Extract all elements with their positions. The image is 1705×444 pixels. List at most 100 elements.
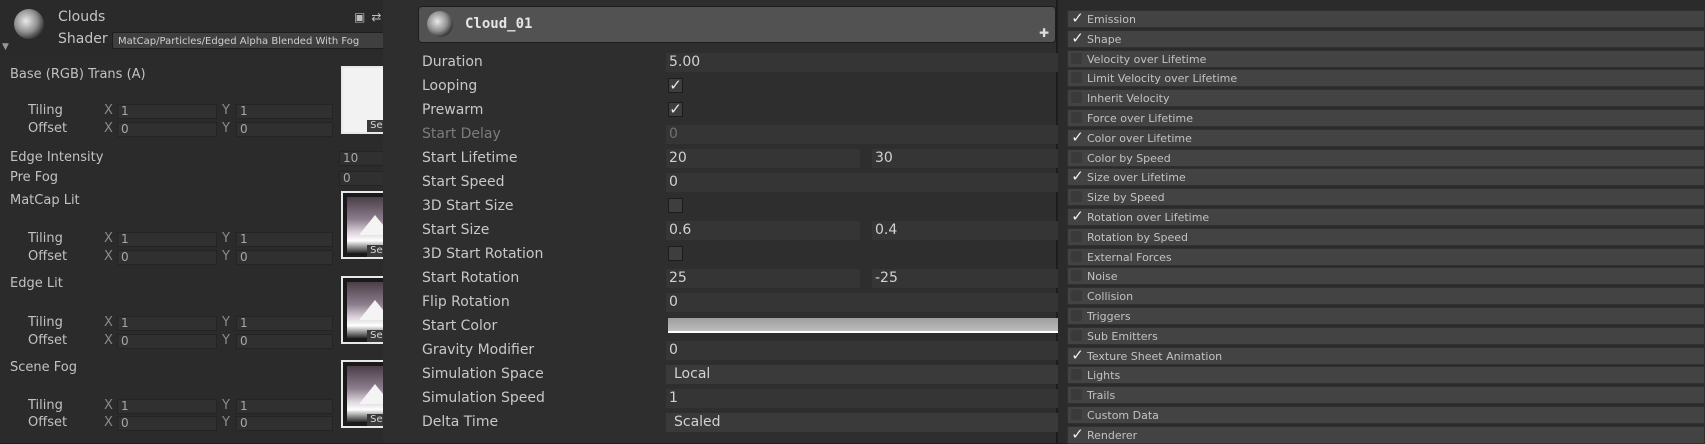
edge-lit-tiling-x[interactable]: 1	[117, 316, 217, 331]
module-enable-checkbox[interactable]: ✓	[1071, 209, 1084, 224]
matcap-offset-y[interactable]: 0	[236, 250, 333, 265]
start-delay-label: Start Delay	[422, 126, 501, 142]
module-enable-checkbox[interactable]	[1071, 112, 1082, 123]
scene-fog-tiling-y[interactable]: 1	[236, 399, 333, 414]
material-sphere-icon	[14, 9, 44, 39]
module-enable-checkbox[interactable]	[1071, 270, 1082, 281]
module-enable-checkbox[interactable]: ✓	[1071, 130, 1084, 145]
plus-icon[interactable]: ✚	[1039, 26, 1049, 40]
start-rotation-max-field[interactable]: -25	[875, 270, 898, 286]
flip-rotation-label: Flip Rotation	[422, 294, 510, 310]
looping-checkbox[interactable]: ✓	[668, 78, 683, 93]
module-row[interactable]: Collision	[1067, 287, 1705, 305]
module-label: Sub Emitters	[1087, 330, 1158, 343]
module-row[interactable]: Color by Speed	[1067, 149, 1705, 167]
module-enable-checkbox[interactable]	[1071, 231, 1082, 242]
module-enable-checkbox[interactable]	[1071, 389, 1082, 400]
offset-x-label: X	[104, 333, 113, 348]
module-enable-checkbox[interactable]: ✓	[1071, 169, 1084, 184]
module-row[interactable]: Trails	[1067, 386, 1705, 404]
module-row[interactable]: Sub Emitters	[1067, 327, 1705, 345]
module-row[interactable]: Custom Data	[1067, 406, 1705, 424]
base-tiling-x[interactable]: 1	[117, 104, 217, 119]
module-enable-checkbox[interactable]	[1071, 152, 1082, 163]
module-row[interactable]: ✓ Texture Sheet Animation	[1067, 347, 1705, 365]
scene-fog-offset-x[interactable]: 0	[117, 416, 217, 431]
delta-time-dropdown[interactable]: Scaled	[674, 414, 721, 430]
particle-system-icon	[427, 11, 453, 37]
module-row[interactable]: Rotation by Speed	[1067, 228, 1705, 246]
start-lifetime-min-field[interactable]: 20	[669, 150, 687, 166]
edge-lit-offset-x[interactable]: 0	[117, 334, 217, 349]
prewarm-checkbox[interactable]: ✓	[668, 102, 683, 117]
row-start-lifetime: Start Lifetime 20 30 ▼	[418, 148, 1088, 170]
start-size-min-field[interactable]: 0.6	[669, 222, 691, 238]
particle-system-header[interactable]: Cloud_01 ✚	[418, 6, 1056, 43]
module-enable-checkbox[interactable]	[1071, 409, 1082, 420]
scene-fog-tiling-x[interactable]: 1	[117, 399, 217, 414]
duration-field[interactable]: 5.00	[669, 54, 700, 70]
matcap-offset-x[interactable]: 0	[117, 250, 217, 265]
gravity-modifier-field[interactable]: 0	[669, 342, 678, 358]
module-row[interactable]: Triggers	[1067, 307, 1705, 325]
module-label: Color by Speed	[1087, 152, 1171, 165]
flip-rotation-field[interactable]: 0	[669, 294, 678, 310]
module-enable-checkbox[interactable]	[1071, 53, 1082, 64]
module-label: Collision	[1087, 290, 1134, 303]
edge-lit-offset-y[interactable]: 0	[236, 334, 333, 349]
module-row[interactable]: ✓ Emission	[1067, 10, 1705, 28]
module-row[interactable]: Inherit Velocity	[1067, 89, 1705, 107]
module-row[interactable]: Force over Lifetime	[1067, 109, 1705, 127]
start-rotation-min-field[interactable]: 25	[669, 270, 687, 286]
start-color-swatch[interactable]	[668, 318, 1064, 333]
module-row[interactable]: ✓ Renderer	[1067, 426, 1705, 444]
simulation-speed-field[interactable]: 1	[669, 390, 678, 406]
module-enable-checkbox[interactable]	[1071, 290, 1082, 301]
start-delay-field[interactable]: 0	[669, 126, 678, 142]
module-row[interactable]: External Forces	[1067, 248, 1705, 266]
row-3d-start-size: 3D Start Size	[418, 196, 1088, 218]
module-row[interactable]: Noise	[1067, 267, 1705, 285]
row-start-rotation: Start Rotation 25 -25 ▼	[418, 268, 1088, 290]
base-offset-y[interactable]: 0	[236, 122, 333, 137]
module-row[interactable]: ✓ Color over Lifetime	[1067, 129, 1705, 147]
row-simulation-space: Simulation Space Local ⇕	[418, 364, 1088, 386]
start-size-max-field[interactable]: 0.4	[875, 222, 897, 238]
module-enable-checkbox[interactable]: ✓	[1071, 348, 1084, 363]
module-enable-checkbox[interactable]: ✓	[1071, 31, 1084, 46]
3d-start-rotation-label: 3D Start Rotation	[422, 246, 544, 262]
foldout-arrow-icon[interactable]: ▼	[2, 42, 9, 52]
3d-start-size-checkbox[interactable]	[668, 198, 683, 213]
module-enable-checkbox[interactable]	[1071, 330, 1082, 341]
start-lifetime-max-field[interactable]: 30	[875, 150, 893, 166]
start-speed-field[interactable]: 0	[669, 174, 678, 190]
module-enable-checkbox[interactable]	[1071, 251, 1082, 262]
base-tiling-y[interactable]: 1	[236, 104, 333, 119]
module-row[interactable]: Limit Velocity over Lifetime	[1067, 69, 1705, 87]
module-enable-checkbox[interactable]: ✓	[1071, 427, 1084, 442]
simulation-space-dropdown[interactable]: Local	[674, 366, 710, 382]
module-row[interactable]: ✓ Size over Lifetime	[1067, 168, 1705, 186]
edge-lit-tiling-y[interactable]: 1	[236, 316, 333, 331]
module-row[interactable]: ✓ Shape	[1067, 30, 1705, 48]
start-speed-label: Start Speed	[422, 174, 505, 190]
module-row[interactable]: Velocity over Lifetime	[1067, 50, 1705, 68]
module-row[interactable]: ✓ Rotation over Lifetime	[1067, 208, 1705, 226]
module-enable-checkbox[interactable]	[1071, 310, 1082, 321]
shader-dropdown[interactable]: MatCap/Particles/Edged Alpha Blended Wit…	[112, 32, 407, 49]
matcap-tiling-y[interactable]: 1	[236, 232, 333, 247]
module-row[interactable]: Lights	[1067, 366, 1705, 384]
base-offset-x[interactable]: 0	[117, 122, 217, 137]
3d-start-rotation-checkbox[interactable]	[668, 246, 683, 261]
module-enable-checkbox[interactable]	[1071, 369, 1082, 380]
row-looping: Looping ✓	[418, 76, 1088, 98]
module-enable-checkbox[interactable]: ✓	[1071, 11, 1084, 26]
book-icon[interactable]: ▣	[354, 10, 371, 24]
module-enable-checkbox[interactable]	[1071, 92, 1082, 103]
offset-label: Offset	[28, 121, 68, 136]
module-row[interactable]: Size by Speed	[1067, 188, 1705, 206]
module-enable-checkbox[interactable]	[1071, 72, 1082, 83]
module-enable-checkbox[interactable]	[1071, 191, 1082, 202]
matcap-tiling-x[interactable]: 1	[117, 232, 217, 247]
scene-fog-offset-y[interactable]: 0	[236, 416, 333, 431]
